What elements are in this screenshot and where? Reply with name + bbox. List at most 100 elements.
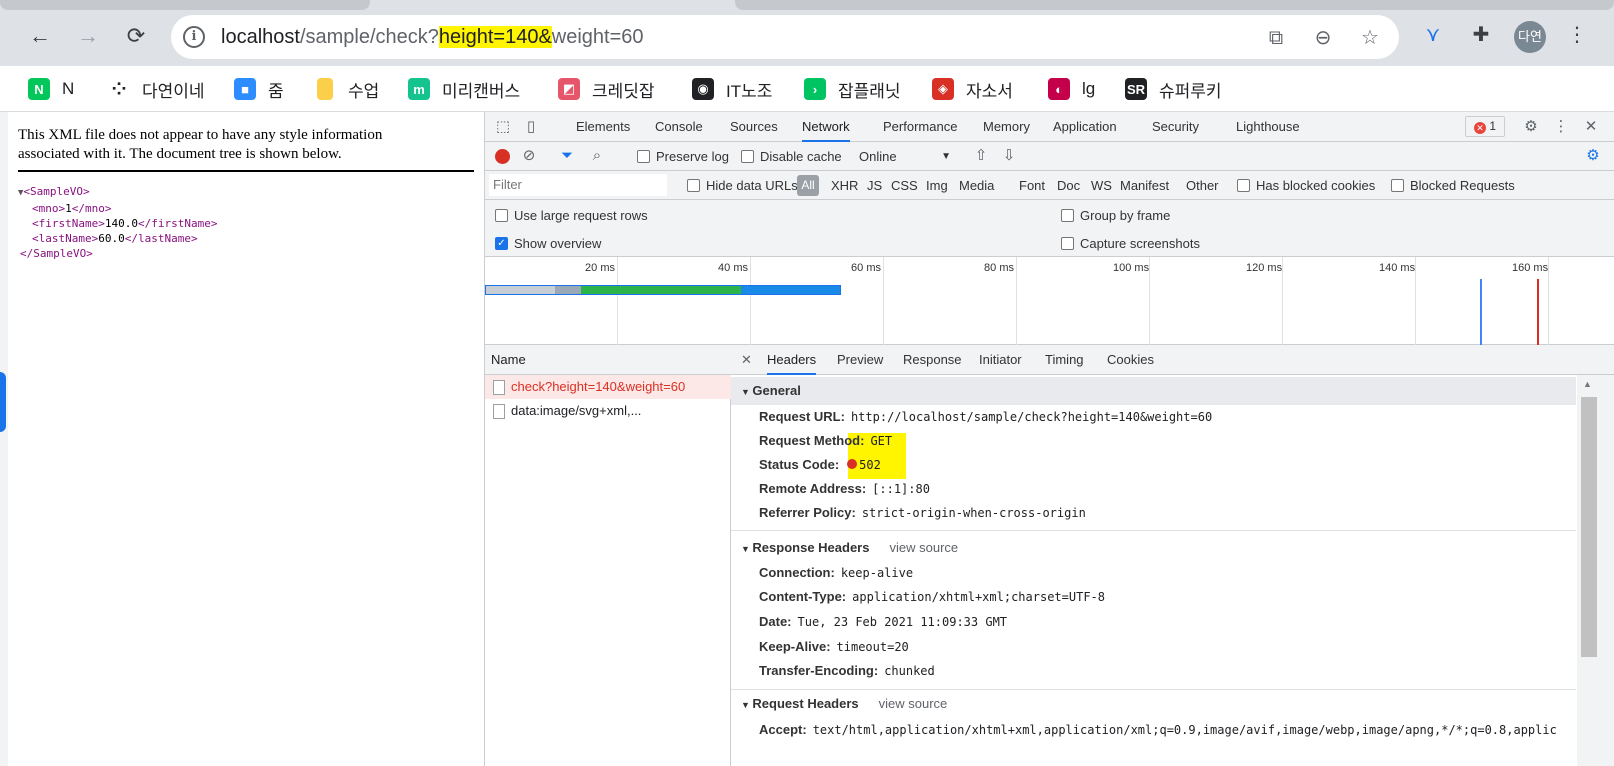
bookmark-item[interactable]: m 미리캔버스 bbox=[408, 76, 520, 102]
bookmark-item[interactable]: 수업 bbox=[314, 76, 379, 102]
scroll-thumb[interactable] bbox=[1581, 397, 1597, 657]
export-har-icon[interactable]: ⇩ bbox=[999, 146, 1019, 166]
devtools-tab-console[interactable]: Console bbox=[655, 112, 703, 142]
network-overview[interactable]: 20 ms 40 ms 60 ms 80 ms 100 ms 120 ms 140 ms 16… bbox=[485, 257, 1614, 345]
timeline-gridline bbox=[1149, 257, 1150, 345]
xml-root-open[interactable]: ▼<SampleVO> bbox=[18, 184, 217, 201]
translate-icon[interactable]: ⧉ bbox=[1263, 25, 1289, 51]
tab-initiator[interactable]: Initiator bbox=[979, 345, 1022, 375]
type-filter-ws[interactable]: WS bbox=[1091, 178, 1112, 193]
group-by-frame-checkbox[interactable]: Group by frame bbox=[1061, 208, 1170, 223]
url-text[interactable]: localhost/sample/check?height=140&weight… bbox=[221, 26, 644, 49]
preserve-log-checkbox[interactable]: Preserve log bbox=[637, 149, 729, 164]
type-filter-js[interactable]: JS bbox=[867, 178, 882, 193]
disable-cache-checkbox[interactable]: Disable cache bbox=[741, 149, 842, 164]
blocked-requests-checkbox[interactable]: Blocked Requests bbox=[1391, 178, 1515, 193]
hide-data-urls-checkbox[interactable]: Hide data URLs bbox=[687, 178, 798, 193]
devtools-tab-application[interactable]: Application bbox=[1053, 112, 1117, 142]
detail-tabbar: ✕ Headers Preview Response Initiator Tim… bbox=[731, 345, 1614, 375]
request-row[interactable]: check?height=140&weight=60 bbox=[485, 375, 731, 399]
bookmark-item[interactable]: SR 슈퍼루키 bbox=[1125, 76, 1222, 102]
site-info-icon[interactable]: i bbox=[183, 26, 205, 48]
capture-screenshots-checkbox[interactable]: Capture screenshots bbox=[1061, 236, 1200, 251]
request-headers-header[interactable]: ▼ Request Headers view source bbox=[731, 690, 1576, 718]
address-bar[interactable]: i localhost/sample/check?height=140&weig… bbox=[171, 15, 1399, 59]
timeline-gridline bbox=[1282, 257, 1283, 345]
close-detail-icon[interactable]: ✕ bbox=[741, 345, 752, 375]
browser-tab[interactable] bbox=[735, 0, 1614, 10]
tab-preview[interactable]: Preview bbox=[837, 345, 883, 375]
error-count-badge[interactable]: ✕ 1 bbox=[1465, 116, 1505, 137]
response-headers-header[interactable]: ▼ Response Headers view source bbox=[731, 534, 1576, 562]
browser-tab[interactable] bbox=[0, 0, 370, 10]
type-filter-img[interactable]: Img bbox=[926, 178, 948, 193]
type-filter-all[interactable]: All bbox=[797, 175, 819, 196]
devtools-tab-sources[interactable]: Sources bbox=[730, 112, 778, 142]
view-source-link[interactable]: view source bbox=[889, 540, 958, 555]
network-settings-icon[interactable]: ⚙ bbox=[1583, 146, 1603, 166]
more-options-icon[interactable]: ⋮ bbox=[1551, 117, 1571, 137]
filter-icon[interactable]: ⏷ bbox=[557, 146, 577, 166]
import-har-icon[interactable]: ⇧ bbox=[971, 146, 991, 166]
tab-headers[interactable]: Headers bbox=[767, 345, 817, 375]
bookmark-item[interactable]: ◉ IT노조 bbox=[692, 76, 772, 102]
bookmark-item[interactable]: ◈ 자소서 bbox=[932, 76, 1013, 102]
type-filter-doc[interactable]: Doc bbox=[1057, 178, 1080, 193]
device-toolbar-icon[interactable]: ▯ bbox=[521, 117, 541, 137]
name-column-header[interactable]: Name bbox=[485, 345, 731, 375]
devtools-tab-memory[interactable]: Memory bbox=[983, 112, 1030, 142]
search-icon[interactable]: ⌕ bbox=[587, 146, 607, 166]
xml-root-close: </SampleVO> bbox=[20, 247, 93, 260]
tab-response[interactable]: Response bbox=[903, 345, 962, 375]
extension-icon[interactable]: ⋎ bbox=[1418, 20, 1448, 50]
type-filter-xhr[interactable]: XHR bbox=[831, 178, 858, 193]
type-filter-css[interactable]: CSS bbox=[891, 178, 918, 193]
xml-mno: <mno>1</mno> bbox=[32, 202, 112, 215]
tab-timing[interactable]: Timing bbox=[1045, 345, 1084, 375]
clear-icon[interactable]: ⊘ bbox=[519, 146, 539, 166]
large-rows-checkbox[interactable]: Use large request rows bbox=[495, 208, 648, 223]
filter-input[interactable]: Filter bbox=[489, 174, 667, 196]
type-filter-font[interactable]: Font bbox=[1019, 178, 1045, 193]
avatar[interactable]: 다연 bbox=[1514, 21, 1546, 53]
header-row: Transfer-Encoding: chunked bbox=[759, 663, 935, 678]
devtools-tab-network[interactable]: Network bbox=[802, 112, 850, 142]
bookmark-item[interactable]: › 잡플래닛 bbox=[804, 76, 901, 102]
back-button[interactable]: ← bbox=[22, 18, 58, 54]
tab-cookies[interactable]: Cookies bbox=[1107, 345, 1154, 375]
show-overview-checkbox[interactable]: ✓ Show overview bbox=[495, 236, 601, 251]
close-devtools-icon[interactable]: ✕ bbox=[1581, 117, 1601, 137]
reload-button[interactable]: ⟳ bbox=[118, 18, 154, 54]
bookmark-item[interactable]: ◐ lg bbox=[1048, 76, 1095, 102]
bookmark-star-icon[interactable]: ☆ bbox=[1357, 25, 1383, 51]
extensions-puzzle-icon[interactable]: ✚ bbox=[1466, 20, 1496, 50]
detail-scrollbar[interactable]: ▲ bbox=[1577, 375, 1614, 766]
timeline-gridline bbox=[1016, 257, 1017, 345]
zoom-icon[interactable]: ⊖ bbox=[1310, 25, 1336, 51]
bookmark-label: 미리캔버스 bbox=[442, 81, 521, 101]
menu-kebab-icon[interactable]: ⋮ bbox=[1562, 20, 1592, 50]
bookmark-item[interactable]: ◩ 크레딧잡 bbox=[558, 76, 655, 102]
devtools-tab-lighthouse[interactable]: Lighthouse bbox=[1236, 112, 1300, 142]
bookmark-item[interactable]: ■ 줌 bbox=[234, 76, 284, 102]
type-filter-other[interactable]: Other bbox=[1186, 178, 1219, 193]
has-blocked-cookies-checkbox[interactable]: Has blocked cookies bbox=[1237, 178, 1375, 193]
request-row[interactable]: data:image/svg+xml,... bbox=[485, 399, 731, 423]
record-button[interactable] bbox=[495, 149, 510, 164]
throttle-select[interactable]: Online ▼ bbox=[859, 149, 951, 164]
forward-button[interactable]: → bbox=[70, 18, 106, 54]
devtools-tab-elements[interactable]: Elements bbox=[576, 112, 630, 142]
devtools-tab-performance[interactable]: Performance bbox=[883, 112, 957, 142]
devtools-tab-security[interactable]: Security bbox=[1152, 112, 1199, 142]
xml-firstname: <firstName>140.0</firstName> bbox=[32, 217, 218, 230]
bookmark-item[interactable]: NN bbox=[28, 76, 74, 102]
scroll-up-icon[interactable]: ▲ bbox=[1583, 379, 1592, 389]
type-filter-media[interactable]: Media bbox=[959, 178, 994, 193]
general-section-header[interactable]: ▼ General bbox=[731, 377, 1576, 405]
settings-gear-icon[interactable]: ⚙ bbox=[1521, 117, 1541, 137]
view-source-link[interactable]: view source bbox=[879, 696, 948, 711]
inspect-element-icon[interactable]: ⬚ bbox=[493, 117, 513, 137]
timeline-tick-label: 160 ms bbox=[1512, 262, 1549, 274]
type-filter-manifest[interactable]: Manifest bbox=[1120, 178, 1169, 193]
bookmark-item[interactable]: ⁘ 다연이네 bbox=[108, 76, 205, 102]
